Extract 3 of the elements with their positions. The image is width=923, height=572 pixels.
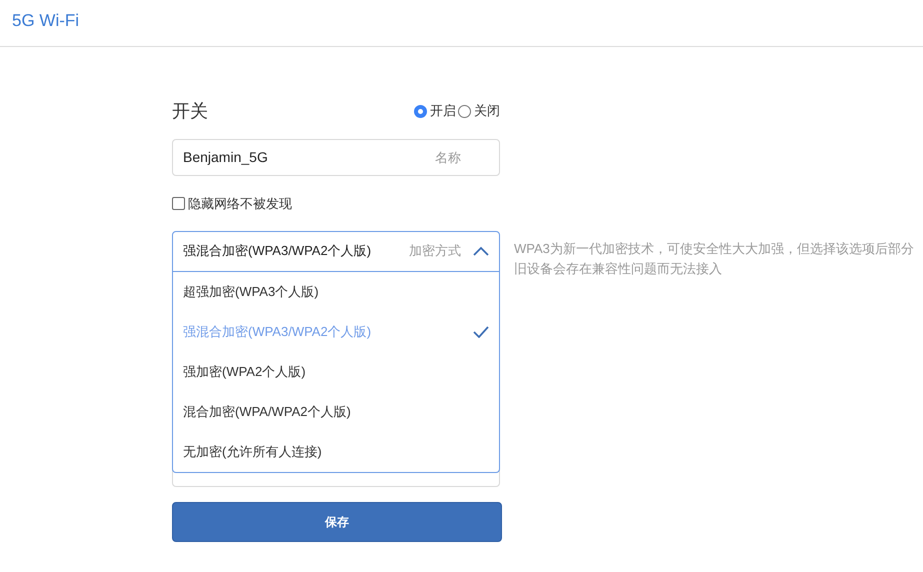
- encryption-hint: WPA3为新一代加密技术，可使安全性大大加强，但选择该选项后部分旧设备会存在兼容性问题而无法接入: [514, 240, 914, 278]
- switch-label: 开关: [172, 100, 208, 122]
- page-title: 5G Wi-Fi: [12, 11, 80, 30]
